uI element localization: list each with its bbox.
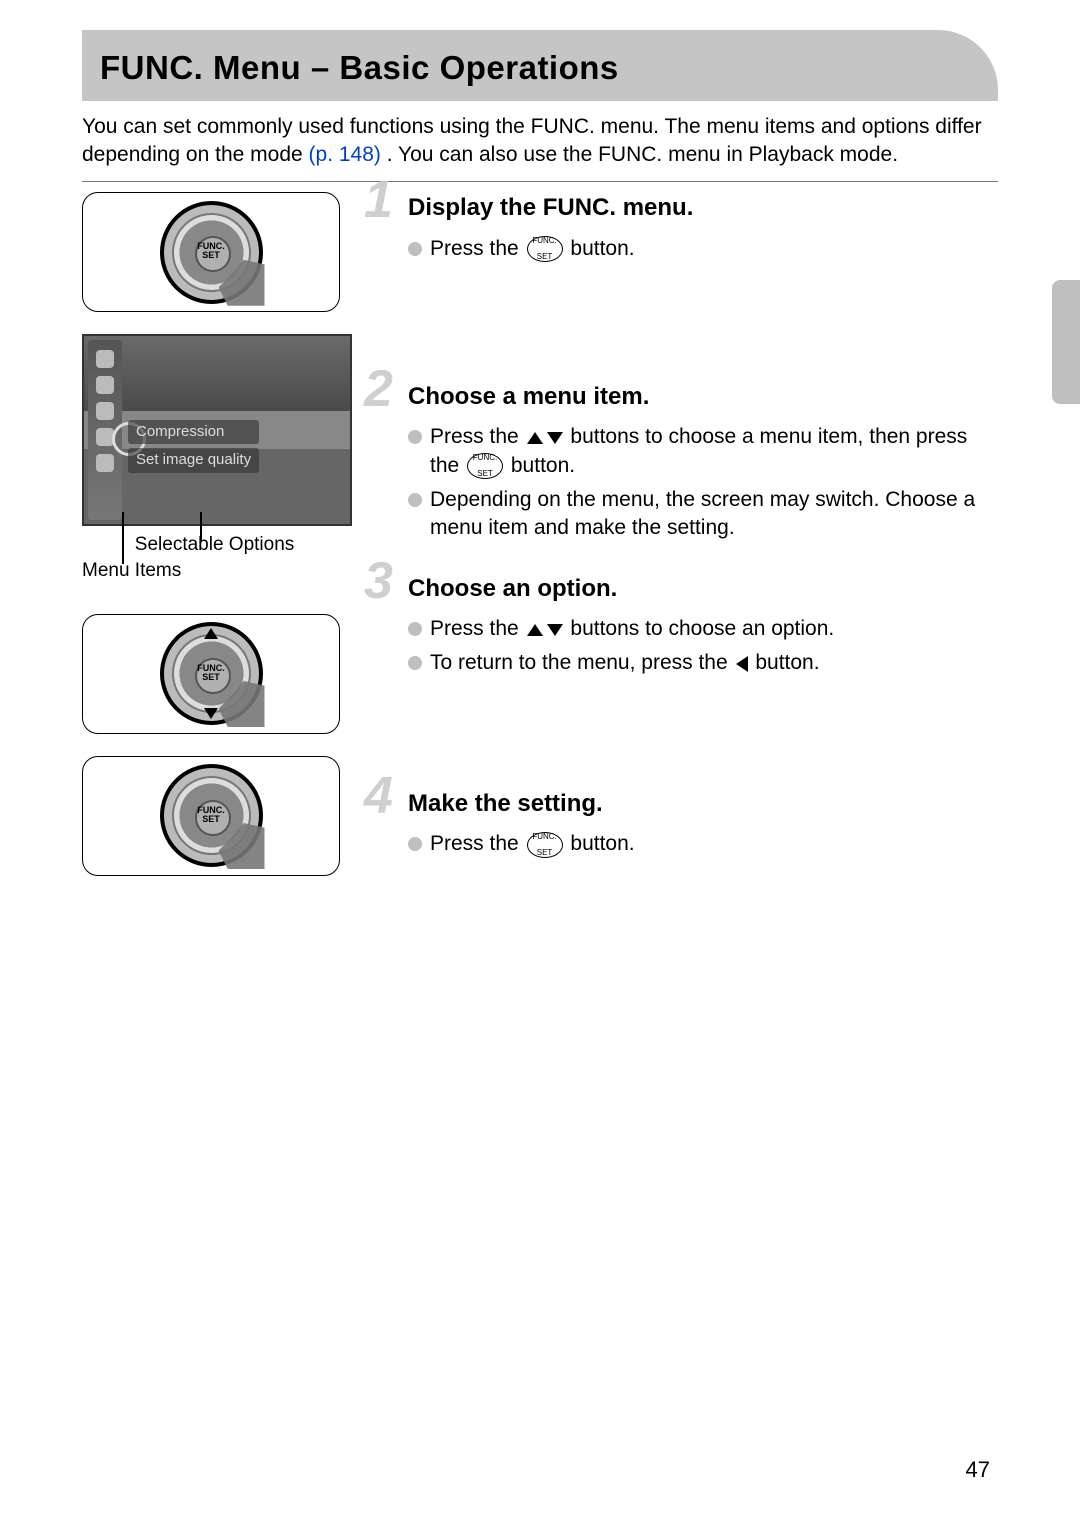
bullet-text: button. <box>511 454 575 477</box>
leader-line-icon <box>200 512 202 542</box>
down-arrow-icon <box>547 432 563 444</box>
intro-paragraph: You can set commonly used functions usin… <box>82 113 998 170</box>
bullet-icon <box>408 242 422 256</box>
bullet-icon <box>408 430 422 444</box>
callout-menu-items: Menu Items <box>82 560 181 581</box>
func-set-label: FUNC.SET <box>197 805 225 823</box>
bullet-text: Press the <box>430 237 525 260</box>
step-number: 4 <box>364 770 393 822</box>
step-bullet: Press the FUNC.SET button. <box>408 830 998 858</box>
steps-column: 1 Display the FUNC. menu. Press the FUNC… <box>370 192 998 897</box>
down-arrow-icon <box>204 708 218 719</box>
menu-item-icon <box>96 454 114 472</box>
illus-step2-screenshot: Compression Set image quality <box>82 334 352 526</box>
section-tab-icon <box>1052 280 1080 404</box>
func-set-button-icon: FUNC.SET <box>527 236 563 262</box>
step-4: 4 Make the setting. Press the FUNC.SET b… <box>370 788 998 859</box>
intro-text-post: . You can also use the FUNC. menu in Pla… <box>387 143 898 166</box>
illus-step3-updown: FUNC.SET <box>82 614 340 734</box>
up-arrow-icon <box>204 628 218 639</box>
bullet-icon <box>408 493 422 507</box>
bullet-text: button. <box>570 237 634 260</box>
step-bullet: Press the FUNC.SET button. <box>408 235 998 263</box>
step-bullet: Press the buttons to choose an option. <box>408 615 998 643</box>
step-number: 3 <box>364 555 393 607</box>
pointer-hand-icon <box>219 823 265 869</box>
camera-screen-image: Compression Set image quality <box>82 334 352 526</box>
step-number: 2 <box>364 363 393 415</box>
page-number: 47 <box>966 1455 990 1485</box>
illustration-column: FUNC.SET Compress <box>82 192 352 897</box>
screenshot-label-compression: Compression <box>128 420 259 444</box>
bullet-icon <box>408 622 422 636</box>
divider <box>82 181 998 182</box>
bullet-text: buttons to choose an option. <box>570 617 834 640</box>
bullet-text: button. <box>755 651 819 674</box>
func-set-button-icon: FUNC.SET <box>527 832 563 858</box>
func-set-label: FUNC.SET <box>197 242 225 260</box>
bullet-text: button. <box>570 832 634 855</box>
bullet-icon <box>408 837 422 851</box>
illus-step1-press-funcset: FUNC.SET <box>82 192 340 312</box>
left-arrow-icon <box>736 656 748 672</box>
menu-item-icon <box>96 402 114 420</box>
pointer-hand-icon <box>219 260 265 306</box>
down-arrow-icon <box>547 624 563 636</box>
step-title: Make the setting. <box>408 788 998 820</box>
bullet-icon <box>408 656 422 670</box>
up-arrow-icon <box>527 432 543 444</box>
menu-item-icon <box>96 350 114 368</box>
section-title: FUNC. Menu – Basic Operations <box>100 49 619 86</box>
menu-item-icon <box>96 376 114 394</box>
step-title: Choose a menu item. <box>408 381 998 413</box>
illus-step4-press-funcset: FUNC.SET <box>82 756 340 876</box>
page-reference-link[interactable]: (p. 148) <box>309 143 381 166</box>
step-title: Display the FUNC. menu. <box>408 192 998 224</box>
bullet-text: Press the <box>430 832 525 855</box>
func-set-label: FUNC.SET <box>197 663 225 681</box>
control-dial-icon: FUNC.SET <box>160 764 263 867</box>
step-title: Choose an option. <box>408 573 998 605</box>
up-arrow-icon <box>527 624 543 636</box>
callout-selectable-options: Selectable Options <box>135 534 295 555</box>
bullet-text: Press the <box>430 425 525 448</box>
leader-line-icon <box>122 512 124 564</box>
control-dial-icon: FUNC.SET <box>160 201 263 304</box>
step-bullet: To return to the menu, press the button. <box>408 649 998 677</box>
bullet-text: Press the <box>430 617 525 640</box>
step-1: 1 Display the FUNC. menu. Press the FUNC… <box>370 192 998 263</box>
func-set-button-icon: FUNC.SET <box>467 453 503 479</box>
step-3: 3 Choose an option. Press the buttons to… <box>370 573 998 678</box>
pointer-hand-icon <box>219 681 265 727</box>
control-dial-icon: FUNC.SET <box>160 622 263 725</box>
step-bullet: Depending on the menu, the screen may sw… <box>408 486 998 543</box>
screenshot-label-set-quality: Set image quality <box>128 448 259 472</box>
bullet-text: To return to the menu, press the <box>430 651 734 674</box>
step-2: 2 Choose a menu item. Press the buttons … <box>370 381 998 543</box>
bullet-text: Depending on the menu, the screen may sw… <box>430 486 998 543</box>
section-title-bar: FUNC. Menu – Basic Operations <box>82 30 998 101</box>
step-number: 1 <box>364 174 393 226</box>
step-bullet: Press the buttons to choose a menu item,… <box>408 423 998 480</box>
